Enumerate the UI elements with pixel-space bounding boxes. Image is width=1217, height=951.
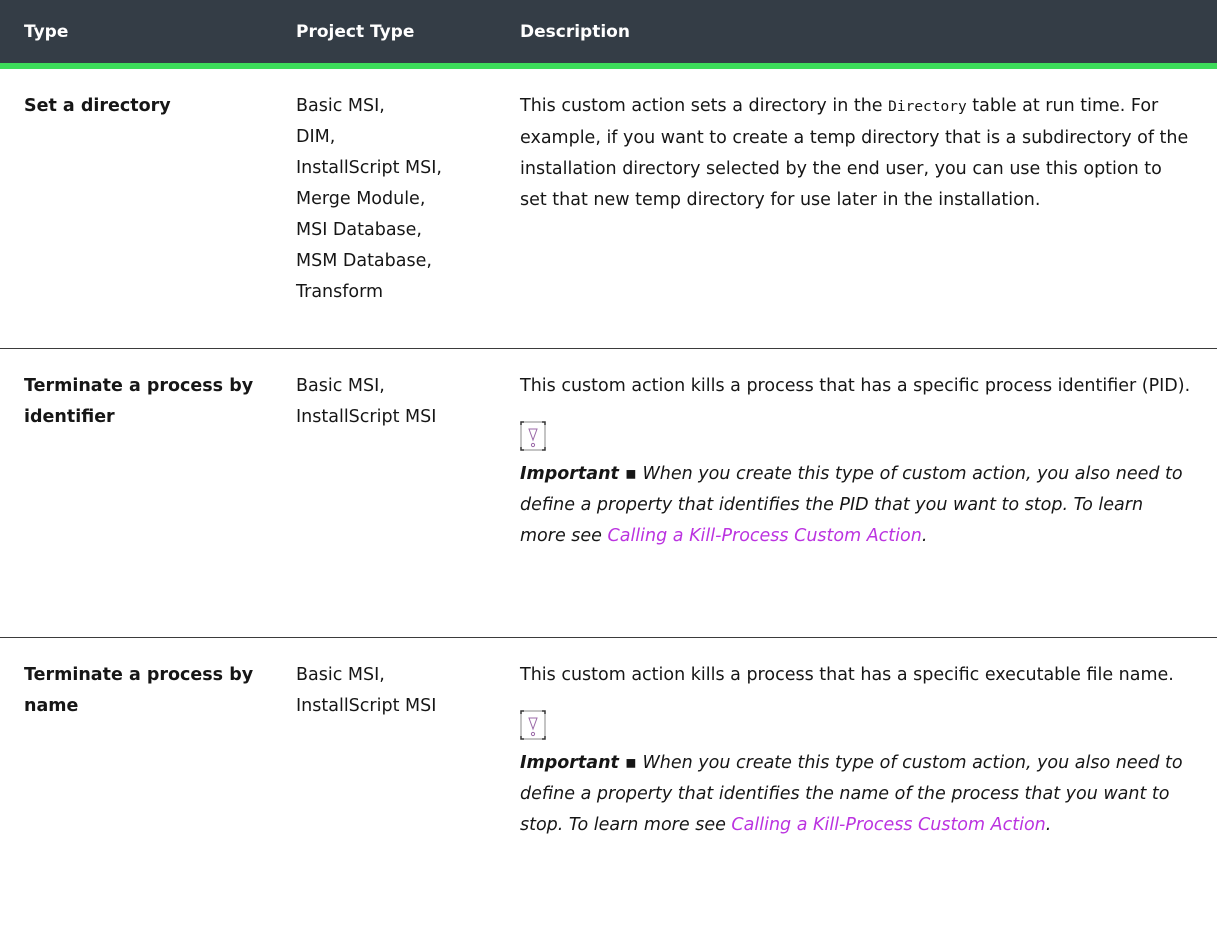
table-row: Terminate a process by identifier Basic … — [0, 349, 1217, 638]
description-cell: This custom action kills a process that … — [520, 660, 1192, 841]
important-label: Important ▪ — [520, 753, 637, 773]
project-type-item: Basic MSI, — [296, 665, 385, 685]
table-header: Type Project Type Description — [0, 0, 1217, 69]
project-type-item: InstallScript MSI — [296, 696, 437, 716]
project-type-item: Merge Module, — [296, 189, 426, 209]
project-type-item: InstallScript MSI — [296, 407, 437, 427]
kill-process-link[interactable]: Calling a Kill-Process Custom Action — [608, 526, 922, 546]
code-text: Directory — [888, 99, 967, 115]
table-row: Terminate a process by name Basic MSI, I… — [0, 638, 1217, 951]
project-type-cell: Basic MSI, InstallScript MSI — [296, 371, 492, 433]
project-type-item: MSM Database, — [296, 251, 432, 271]
project-type-item: DIM, — [296, 127, 336, 147]
project-type-cell: Basic MSI, InstallScript MSI — [296, 660, 492, 722]
important-note: Important ▪ When you create this type of… — [520, 459, 1192, 552]
important-end: . — [1045, 815, 1052, 835]
custom-action-table: Type Project Type Description Set a dire… — [0, 0, 1217, 951]
kill-process-link[interactable]: Calling a Kill-Process Custom Action — [731, 815, 1045, 835]
header-type: Type — [24, 21, 69, 42]
project-type-item: Basic MSI, — [296, 376, 385, 396]
project-type-item: MSI Database, — [296, 220, 422, 240]
important-end: . — [921, 526, 928, 546]
warning-icon — [520, 421, 546, 451]
description-text: This custom action kills a process that … — [520, 376, 1191, 396]
description-cell: This custom action sets a directory in t… — [520, 91, 1192, 216]
project-type-item: InstallScript MSI, — [296, 158, 442, 178]
description-text: This custom action sets a directory in t… — [520, 96, 889, 116]
table-row: Set a directory Basic MSI, DIM, InstallS… — [0, 69, 1217, 349]
project-type-item: Basic MSI, — [296, 96, 385, 116]
type-cell: Terminate a process by name — [24, 665, 254, 716]
header-description: Description — [520, 21, 630, 42]
header-project-type: Project Type — [296, 21, 415, 42]
project-type-cell: Basic MSI, DIM, InstallScript MSI, Merge… — [296, 91, 492, 308]
description-text: This custom action kills a process that … — [520, 665, 1174, 685]
description-cell: This custom action kills a process that … — [520, 371, 1192, 552]
project-type-item: Transform — [296, 282, 384, 302]
important-label: Important ▪ — [520, 464, 637, 484]
warning-icon — [520, 710, 546, 740]
type-cell: Terminate a process by identifier — [24, 376, 254, 427]
type-cell: Set a directory — [24, 96, 171, 116]
important-note: Important ▪ When you create this type of… — [520, 748, 1192, 841]
